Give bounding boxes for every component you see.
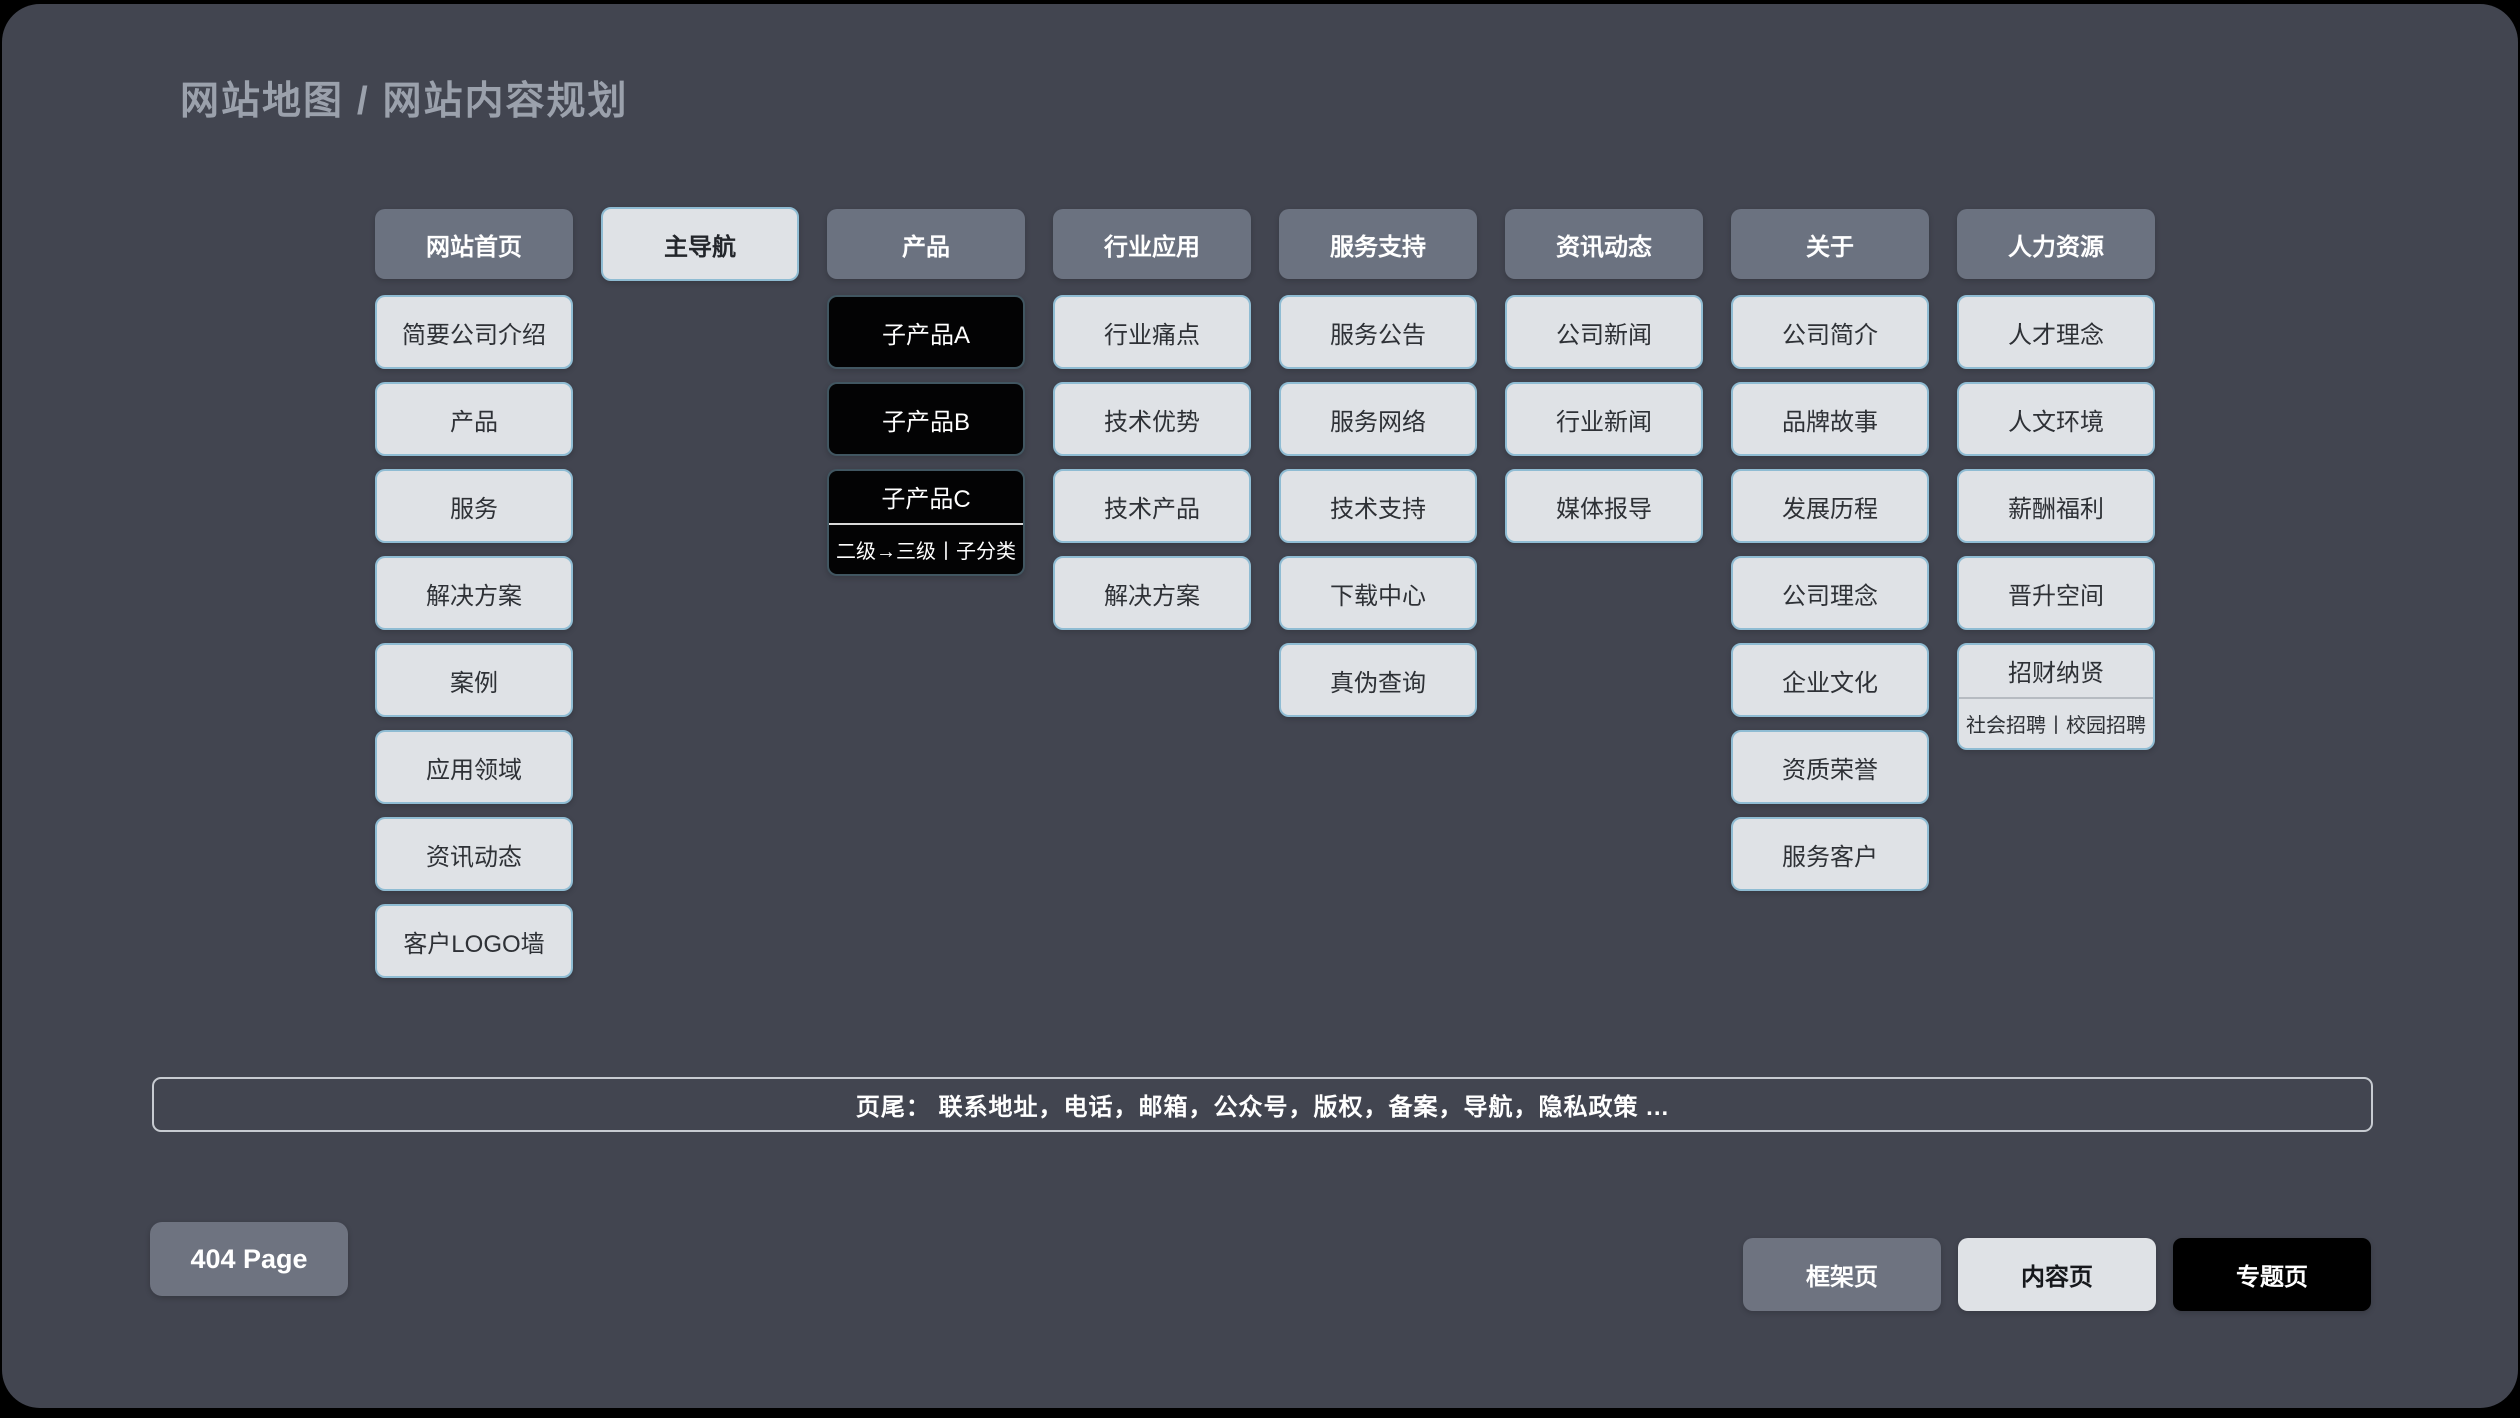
node-label: 招财纳贤	[1959, 645, 2153, 697]
sitemap-node[interactable]: 发展历程	[1731, 469, 1929, 543]
sitemap-node[interactable]: 解决方案	[1053, 556, 1251, 630]
sitemap-node[interactable]: 产品	[375, 382, 573, 456]
sitemap-node[interactable]: 人才理念	[1957, 295, 2155, 369]
node-label: 子产品C	[829, 471, 1023, 523]
sitemap-node[interactable]: 子产品A	[827, 295, 1025, 369]
legend-button-black-page[interactable]: 专题页	[2173, 1238, 2371, 1311]
sitemap-node[interactable]: 真伪查询	[1279, 643, 1477, 717]
sitemap-node[interactable]: 人文环境	[1957, 382, 2155, 456]
sitemap-node[interactable]: 子产品B	[827, 382, 1025, 456]
column-header[interactable]: 人力资源	[1957, 209, 2155, 279]
sitemap-node[interactable]: 公司简介	[1731, 295, 1929, 369]
sitemap-node[interactable]: 子产品C二级→三级丨子分类	[827, 469, 1025, 576]
sitemap-column-8: 人力资源人才理念人文环境薪酬福利晋升空间招财纳贤社会招聘丨校园招聘	[1957, 209, 2155, 991]
sitemap-node[interactable]: 简要公司介绍	[375, 295, 573, 369]
sitemap-node[interactable]: 技术优势	[1053, 382, 1251, 456]
sitemap-columns: 网站首页简要公司介绍产品服务解决方案案例应用领域资讯动态客户LOGO墙主导航产品…	[375, 209, 2155, 991]
sitemap-column-2: 主导航	[601, 209, 799, 991]
sitemap-node[interactable]: 服务网络	[1279, 382, 1477, 456]
node-sublabel: 二级→三级丨子分类	[829, 525, 1023, 574]
footer-label: 页尾： 联系地址，电话，邮箱，公众号，版权，备案，导航，隐私政策 ...	[856, 1087, 1669, 1122]
column-header[interactable]: 行业应用	[1053, 209, 1251, 279]
sitemap-board: 网站地图 / 网站内容规划 网站首页简要公司介绍产品服务解决方案案例应用领域资讯…	[2, 4, 2518, 1408]
sitemap-column-1: 网站首页简要公司介绍产品服务解决方案案例应用领域资讯动态客户LOGO墙	[375, 209, 573, 991]
column-header[interactable]: 产品	[827, 209, 1025, 279]
page-type-legend: 框架页内容页专题页	[1743, 1238, 2371, 1311]
sitemap-node[interactable]: 行业新闻	[1505, 382, 1703, 456]
sitemap-node[interactable]: 企业文化	[1731, 643, 1929, 717]
sitemap-node[interactable]: 服务客户	[1731, 817, 1929, 891]
sitemap-node[interactable]: 服务公告	[1279, 295, 1477, 369]
footer-node[interactable]: 页尾： 联系地址，电话，邮箱，公众号，版权，备案，导航，隐私政策 ...	[152, 1077, 2373, 1132]
sitemap-node[interactable]: 资质荣誉	[1731, 730, 1929, 804]
sitemap-node[interactable]: 公司理念	[1731, 556, 1929, 630]
sitemap-node[interactable]: 案例	[375, 643, 573, 717]
sitemap-node[interactable]: 品牌故事	[1731, 382, 1929, 456]
sitemap-node[interactable]: 技术产品	[1053, 469, 1251, 543]
legend-button-gray-page[interactable]: 框架页	[1743, 1238, 1941, 1311]
page-title: 网站地图 / 网站内容规划	[180, 70, 629, 126]
column-header[interactable]: 网站首页	[375, 209, 573, 279]
legend-button-light-page[interactable]: 内容页	[1958, 1238, 2156, 1311]
sitemap-column-4: 行业应用行业痛点技术优势技术产品解决方案	[1053, 209, 1251, 991]
sitemap-node[interactable]: 公司新闻	[1505, 295, 1703, 369]
node-sublabel: 社会招聘丨校园招聘	[1959, 699, 2153, 748]
sitemap-node[interactable]: 下载中心	[1279, 556, 1477, 630]
sitemap-node[interactable]: 应用领域	[375, 730, 573, 804]
sitemap-node[interactable]: 客户LOGO墙	[375, 904, 573, 978]
sitemap-node[interactable]: 服务	[375, 469, 573, 543]
column-header[interactable]: 服务支持	[1279, 209, 1477, 279]
column-header[interactable]: 关于	[1731, 209, 1929, 279]
sitemap-column-3: 产品子产品A 子产品B 子产品C二级→三级丨子分类	[827, 209, 1025, 991]
sitemap-node[interactable]: 晋升空间	[1957, 556, 2155, 630]
sitemap-node[interactable]: 招财纳贤社会招聘丨校园招聘	[1957, 643, 2155, 750]
sitemap-node[interactable]: 薪酬福利	[1957, 469, 2155, 543]
sitemap-column-5: 服务支持服务公告服务网络技术支持下载中心真伪查询	[1279, 209, 1477, 991]
sitemap-node[interactable]: 资讯动态	[375, 817, 573, 891]
column-header[interactable]: 资讯动态	[1505, 209, 1703, 279]
sitemap-node[interactable]: 行业痛点	[1053, 295, 1251, 369]
sitemap-node[interactable]: 技术支持	[1279, 469, 1477, 543]
sitemap-node[interactable]: 解决方案	[375, 556, 573, 630]
sitemap-column-7: 关于公司简介品牌故事发展历程公司理念企业文化资质荣誉服务客户	[1731, 209, 1929, 991]
page-404-button[interactable]: 404 Page	[150, 1222, 348, 1296]
sitemap-column-6: 资讯动态公司新闻行业新闻媒体报导	[1505, 209, 1703, 991]
column-header[interactable]: 主导航	[601, 207, 799, 281]
sitemap-node[interactable]: 媒体报导	[1505, 469, 1703, 543]
